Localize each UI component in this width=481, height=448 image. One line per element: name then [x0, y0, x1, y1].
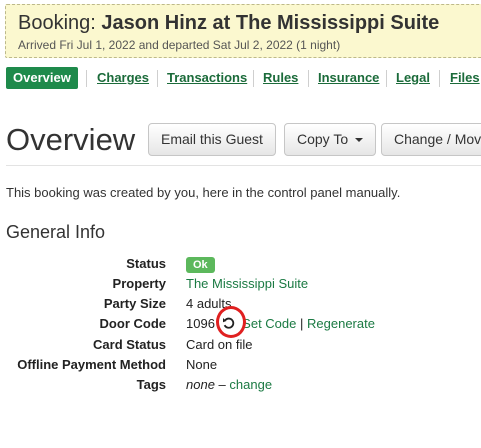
status-row: Status Ok [0, 256, 481, 276]
property-row: Property The Mississippi Suite [0, 276, 481, 296]
tab-files[interactable]: Files [450, 67, 480, 89]
status-label: Status [126, 256, 166, 271]
caret-down-icon [355, 138, 363, 143]
booking-title: Booking: Jason Hinz at The Mississippi S… [18, 12, 439, 35]
property-link[interactable]: The Mississippi Suite [186, 276, 308, 291]
offline-payment-row: Offline Payment Method None [0, 357, 481, 377]
tab-legal[interactable]: Legal [396, 67, 430, 89]
tab-divider [157, 70, 158, 87]
tags-none: none [186, 377, 215, 392]
copy-to-label: Copy To [297, 131, 349, 147]
copy-to-button[interactable]: Copy To [284, 123, 376, 156]
tags-row: Tags none – change [0, 377, 481, 397]
tab-divider [86, 70, 87, 87]
property-value: The Mississippi Suite [186, 276, 308, 291]
tags-value: none – change [186, 377, 272, 392]
status-value: Ok [186, 256, 215, 273]
tab-divider [308, 70, 309, 87]
email-guest-button[interactable]: Email this Guest [148, 123, 276, 156]
page-title: Overview [6, 122, 136, 157]
change-move-label: Change / Mov [394, 131, 481, 147]
card-status-value: Card on file [186, 337, 253, 352]
tags-label: Tags [136, 377, 166, 392]
tab-transactions[interactable]: Transactions [167, 67, 247, 89]
booking-dates: Arrived Fri Jul 1, 2022 and departed Sat… [18, 38, 341, 52]
door-code-number: 1096 [186, 316, 215, 331]
party-size-label: Party Size [103, 296, 166, 311]
status-badge: Ok [186, 257, 215, 273]
tab-divider [386, 70, 387, 87]
general-info-heading: General Info [6, 222, 106, 242]
booking-title-prefix: Booking: [18, 12, 96, 34]
door-code-value: 1096 Set Code | Regenerate [186, 316, 375, 331]
annotation-circle [216, 306, 246, 338]
change-move-button[interactable]: Change / Mov [381, 123, 481, 156]
booking-header: Booking: Jason Hinz at The Mississippi S… [5, 4, 481, 58]
tab-divider [253, 70, 254, 87]
tab-insurance[interactable]: Insurance [318, 67, 379, 89]
card-status-row: Card Status Card on file [0, 337, 481, 357]
title-divider [6, 165, 481, 166]
tab-divider [439, 70, 440, 87]
link-separator: | [300, 316, 304, 331]
email-guest-label: Email this Guest [161, 131, 263, 147]
booking-tabs: Overview Charges Transactions Rules Insu… [6, 67, 481, 91]
tags-dash: – [218, 377, 226, 392]
tab-charges[interactable]: Charges [97, 67, 149, 89]
offline-payment-label: Offline Payment Method [17, 357, 166, 372]
card-status-label: Card Status [93, 337, 166, 352]
tab-overview[interactable]: Overview [6, 67, 78, 89]
door-code-label: Door Code [99, 316, 166, 331]
tab-rules[interactable]: Rules [263, 67, 298, 89]
offline-payment-value: None [186, 357, 218, 372]
booking-guest-property: Jason Hinz at The Mississippi Suite [101, 12, 440, 34]
tags-change-link[interactable]: change [229, 377, 272, 392]
regenerate-link[interactable]: Regenerate [307, 316, 375, 331]
set-code-link[interactable]: Set Code [242, 316, 296, 331]
property-label: Property [112, 276, 166, 291]
booking-origin-text: This booking was created by you, here in… [6, 185, 401, 200]
